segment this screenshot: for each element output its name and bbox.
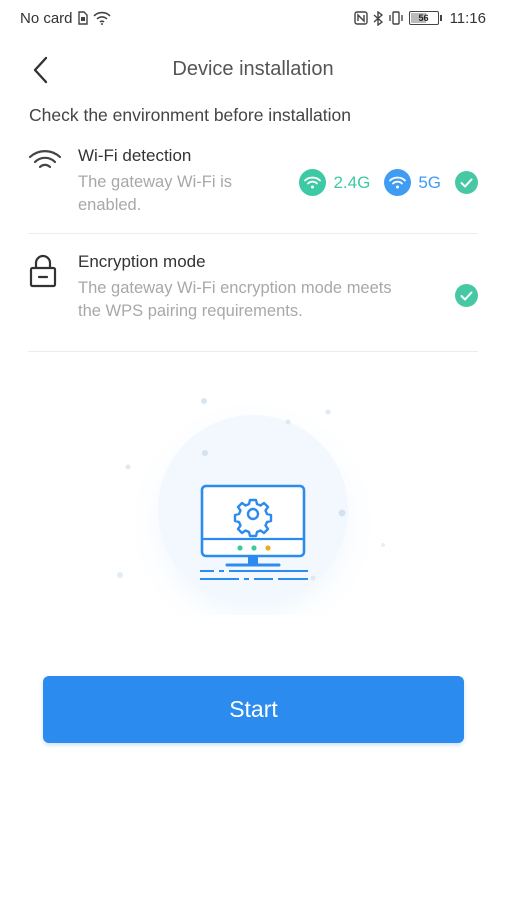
battery-level: 56 [418, 13, 429, 23]
band-24g-label: 2.4G [333, 172, 371, 192]
wifi-detection-row: Wi-Fi detection The gateway Wi-Fi is ena… [28, 142, 478, 234]
band-5g-label: 5G [418, 172, 441, 192]
wifi-detection-title: Wi-Fi detection [78, 146, 192, 165]
sim-icon [77, 11, 88, 25]
section-subtitle: Check the environment before installatio… [29, 105, 351, 125]
nfc-icon [353, 11, 368, 25]
wifi-detection-description: The gateway Wi-Fi is enabled. [78, 173, 233, 214]
wifi-band-group: 2.4G 5G [299, 169, 478, 196]
battery-icon: 56 [408, 11, 442, 25]
check-circle-icon [455, 171, 478, 194]
device-illustration [103, 380, 403, 640]
bluetooth-icon [373, 10, 383, 26]
wifi-5g-icon [384, 169, 412, 196]
clock-time: 11:16 [449, 9, 486, 27]
band-5g: 5G [384, 169, 441, 196]
status-bar: No card 56 11:16 [0, 0, 506, 36]
vibrate-icon [388, 11, 404, 25]
back-button[interactable] [20, 50, 60, 90]
encryption-mode-title: Encryption mode [78, 252, 206, 271]
header: Device installation [0, 40, 506, 98]
chevron-left-icon [33, 56, 48, 84]
encryption-mode-text: Encryption mode The gateway Wi-Fi encryp… [78, 248, 478, 351]
status-left: No card [20, 10, 111, 27]
wifi-status-icon [92, 11, 111, 25]
band-24g: 2.4G [299, 169, 370, 196]
encryption-mode-row: Encryption mode The gateway Wi-Fi encryp… [28, 248, 478, 352]
start-button[interactable]: Start [43, 676, 464, 743]
wifi-24g-icon [299, 169, 327, 196]
check-circle-icon [455, 284, 478, 307]
encryption-mode-description: The gateway Wi-Fi encryption mode meets … [78, 279, 392, 320]
lock-icon [28, 248, 78, 351]
carrier-text: No card [20, 9, 73, 27]
wifi-icon [28, 142, 78, 233]
page-title: Device installation [172, 57, 334, 80]
status-right: 56 11:16 [353, 9, 486, 27]
